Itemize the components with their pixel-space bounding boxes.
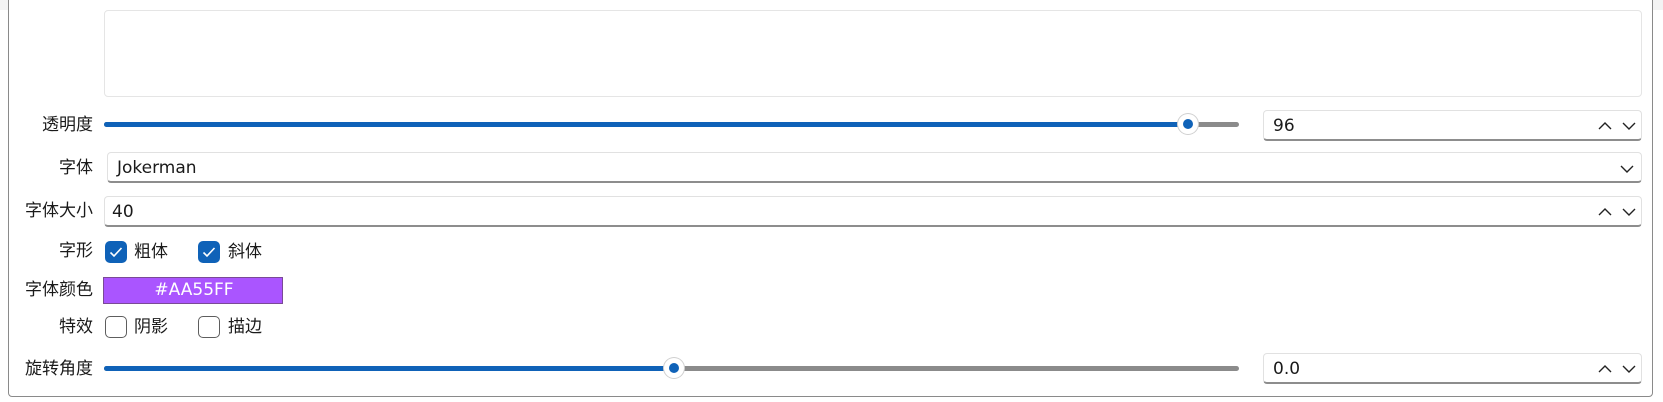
font-style-label: 字形 <box>59 241 93 261</box>
font-size-label: 字体大小 <box>25 201 93 221</box>
outline-checkbox-label[interactable]: 描边 <box>228 316 262 338</box>
font-label: 字体 <box>59 158 93 178</box>
opacity-slider[interactable] <box>104 114 1239 134</box>
bold-checkbox-label[interactable]: 粗体 <box>134 241 168 263</box>
watermark-text-input[interactable] <box>104 10 1642 97</box>
font-color-picker-button[interactable]: #AA55FF <box>103 277 283 304</box>
rotation-label: 旋转角度 <box>25 359 93 379</box>
font-selected-value: Jokerman <box>117 158 197 178</box>
font-size-number-box[interactable]: 40 <box>104 196 1642 227</box>
italic-checkbox[interactable] <box>198 241 220 263</box>
opacity-number-box[interactable]: 96 <box>1263 110 1642 141</box>
opacity-label: 透明度 <box>42 115 93 135</box>
font-color-label: 字体颜色 <box>25 280 93 300</box>
font-size-decrement-chevron-down-icon[interactable] <box>1621 204 1637 220</box>
opacity-slider-fill <box>104 122 1188 127</box>
shadow-checkbox[interactable] <box>105 316 127 338</box>
font-size-value: 40 <box>112 202 134 222</box>
rotation-value: 0.0 <box>1273 359 1301 379</box>
italic-checkbox-label[interactable]: 斜体 <box>228 241 262 263</box>
opacity-slider-thumb[interactable] <box>1177 114 1198 134</box>
font-size-increment-chevron-up-icon[interactable] <box>1597 204 1613 220</box>
checkmark-icon <box>109 247 123 258</box>
rotation-slider[interactable] <box>104 358 1239 378</box>
opacity-decrement-chevron-down-icon[interactable] <box>1621 118 1637 134</box>
rotation-slider-thumb[interactable] <box>663 358 684 378</box>
opacity-increment-chevron-up-icon[interactable] <box>1597 118 1613 134</box>
opacity-value: 96 <box>1273 116 1295 136</box>
checkmark-icon <box>202 247 216 258</box>
shadow-checkbox-label[interactable]: 阴影 <box>134 316 168 338</box>
bold-checkbox[interactable] <box>105 241 127 263</box>
rotation-number-box[interactable]: 0.0 <box>1263 353 1642 384</box>
chevron-down-icon <box>1619 161 1635 177</box>
effects-label: 特效 <box>59 317 93 337</box>
outline-checkbox[interactable] <box>198 316 220 338</box>
rotation-increment-chevron-up-icon[interactable] <box>1597 361 1613 377</box>
rotation-slider-fill <box>104 366 674 371</box>
rotation-decrement-chevron-down-icon[interactable] <box>1621 361 1637 377</box>
font-dropdown[interactable]: Jokerman <box>107 152 1642 183</box>
